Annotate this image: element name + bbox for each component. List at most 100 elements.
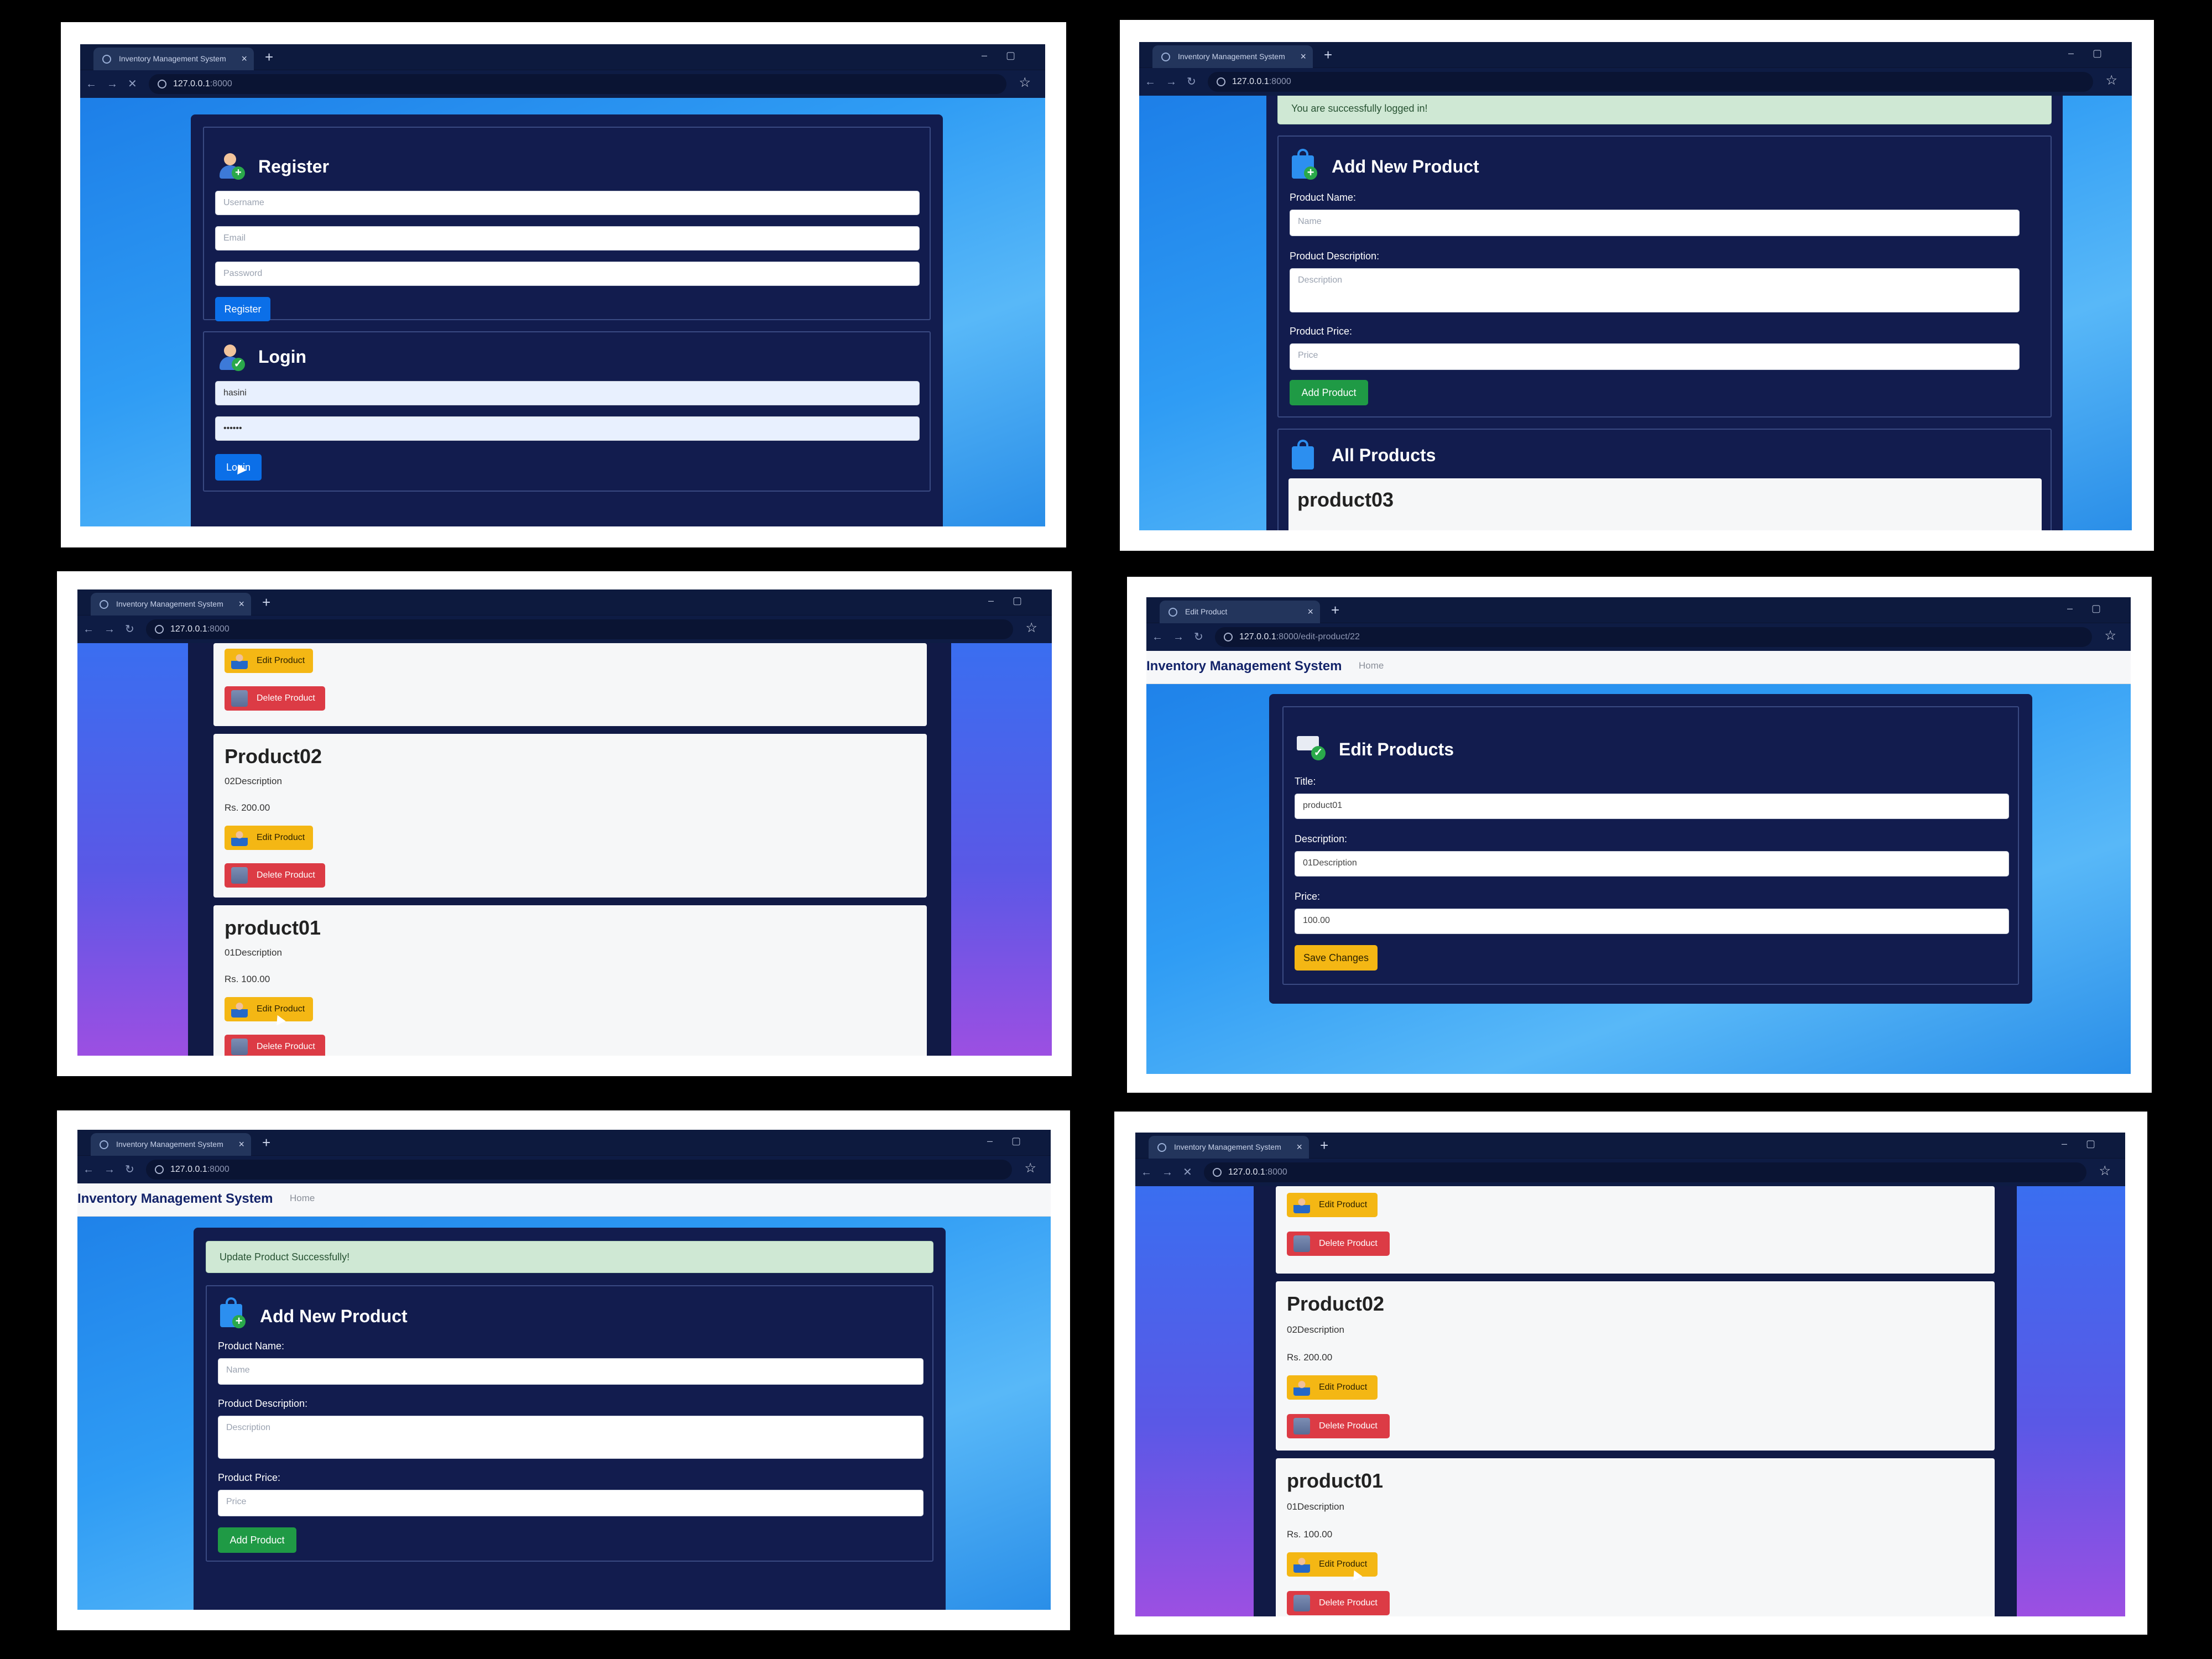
delete-product-button[interactable]: Delete Product <box>1287 1414 1390 1438</box>
nav-buttons[interactable]: ←→✕ <box>1141 1165 1202 1179</box>
username-input[interactable]: Username <box>215 191 920 215</box>
edit-product-button[interactable]: Edit Product <box>225 997 313 1021</box>
url-field[interactable]: 127.0.0.1:8000/edit-product/22 <box>1215 627 2092 647</box>
close-icon[interactable]: × <box>238 593 244 615</box>
product-price-input[interactable]: Price <box>218 1490 924 1516</box>
bookmark-star-icon[interactable]: ☆ <box>2104 628 2116 644</box>
nav-buttons[interactable]: ←→↻ <box>1145 75 1206 88</box>
browser-tab[interactable]: Inventory Management System × <box>91 1133 251 1156</box>
title-input[interactable]: product01 <box>1295 794 2009 819</box>
product-price-label: Product Price: <box>218 1472 281 1483</box>
delete-product-button[interactable]: Delete Product <box>1287 1232 1390 1256</box>
trash-icon <box>1293 1235 1310 1252</box>
trash-icon <box>231 867 248 884</box>
close-icon[interactable]: × <box>1296 1136 1302 1159</box>
url-field[interactable]: 127.0.0.1:8000 <box>1204 1162 2086 1182</box>
nav-buttons[interactable]: ←→↻ <box>83 622 144 636</box>
site-info-icon <box>155 1165 164 1174</box>
bookmark-star-icon[interactable]: ☆ <box>2099 1163 2111 1179</box>
product-name-label: Product Name: <box>218 1340 285 1352</box>
site-info-icon <box>1224 633 1233 641</box>
bookmark-star-icon[interactable]: ☆ <box>1019 75 1031 91</box>
close-icon[interactable]: × <box>1300 45 1306 68</box>
browser-tab[interactable]: Inventory Management System × <box>1152 45 1313 68</box>
url-field[interactable]: 127.0.0.1:8000 <box>146 619 1013 639</box>
add-product-button[interactable]: Add Product <box>218 1527 296 1553</box>
add-product-button[interactable]: Add Product <box>1290 380 1368 405</box>
login-card: ✓ Login hasini •••••• Login <box>203 331 931 492</box>
delete-product-button[interactable]: Delete Product <box>1287 1591 1390 1615</box>
address-bar: ←→↻ 127.0.0.1:8000/edit-product/22 ☆ <box>1146 623 2131 651</box>
product-description: 02Description <box>1287 1324 1344 1335</box>
save-changes-button[interactable]: Save Changes <box>1295 945 1378 971</box>
window-controls[interactable]: –▢ <box>2067 603 2120 614</box>
new-tab-icon[interactable]: + <box>1331 602 1339 618</box>
brand-link[interactable]: Inventory Management System <box>1146 659 1342 674</box>
window-controls[interactable]: –▢ <box>982 50 1034 61</box>
delete-product-button[interactable]: Delete Product <box>225 686 325 711</box>
page-viewport: Edit Product Delete Product Product02 02… <box>1135 1186 2125 1616</box>
browser-window-2: Inventory Management System × + –▢ ←→↻ 12… <box>1139 42 2132 530</box>
address-bar: ←→✕ 127.0.0.1:8000 ☆ <box>1135 1159 2125 1186</box>
delete-product-button[interactable]: Delete Product <box>225 1035 325 1056</box>
product-name-input[interactable]: Name <box>218 1358 924 1385</box>
bookmark-star-icon[interactable]: ☆ <box>1025 620 1037 636</box>
window-controls[interactable]: –▢ <box>2068 48 2121 59</box>
window-controls[interactable]: –▢ <box>2062 1138 2114 1150</box>
new-tab-icon[interactable]: + <box>262 1134 270 1151</box>
site-info-icon <box>155 625 164 634</box>
edit-product-button[interactable]: Edit Product <box>1287 1193 1378 1217</box>
nav-buttons[interactable]: ←→↻ <box>83 1162 144 1176</box>
product-description-input[interactable]: Description <box>218 1416 924 1459</box>
edit-product-button[interactable]: Edit Product <box>225 649 313 673</box>
edit-user-icon <box>1293 1556 1310 1573</box>
email-input[interactable]: Email <box>215 226 920 251</box>
brand-link[interactable]: Inventory Management System <box>77 1191 273 1207</box>
edit-product-button[interactable]: Edit Product <box>1287 1552 1378 1577</box>
bookmark-star-icon[interactable]: ☆ <box>2105 72 2117 88</box>
login-password-input[interactable]: •••••• <box>215 416 920 441</box>
nav-buttons[interactable]: ←→↻ <box>1152 630 1213 644</box>
address-bar: ←→✕ 127.0.0.1:8000 ☆ <box>80 70 1045 98</box>
tab-bar: Inventory Management System × + –▢ <box>77 589 1052 615</box>
register-button[interactable]: Register <box>215 297 270 321</box>
url-field[interactable]: 127.0.0.1:8000 <box>149 74 1006 94</box>
home-link[interactable]: Home <box>290 1193 315 1204</box>
nav-buttons[interactable]: ←→✕ <box>86 77 147 91</box>
browser-tab[interactable]: Inventory Management System × <box>91 593 251 615</box>
close-icon[interactable]: × <box>1307 601 1313 623</box>
new-tab-icon[interactable]: + <box>1320 1137 1328 1154</box>
browser-tab[interactable]: Inventory Management System × <box>93 48 254 70</box>
password-input[interactable]: Password <box>215 262 920 286</box>
url-field[interactable]: 127.0.0.1:8000 <box>146 1160 1012 1180</box>
edit-user-icon <box>1293 1379 1310 1396</box>
window-controls[interactable]: –▢ <box>987 1135 1040 1147</box>
product-price-input[interactable]: Price <box>1290 343 2020 370</box>
new-tab-icon[interactable]: + <box>265 49 273 65</box>
price-input[interactable]: 100.00 <box>1295 909 2009 934</box>
description-input[interactable]: 01Description <box>1295 851 2009 877</box>
description-label: Description: <box>1295 833 1348 844</box>
edit-product-button[interactable]: Edit Product <box>1287 1375 1378 1400</box>
product-description: 02Description <box>225 776 282 786</box>
new-tab-icon[interactable]: + <box>1324 46 1332 63</box>
close-icon[interactable]: × <box>241 48 247 70</box>
new-tab-icon[interactable]: + <box>262 594 270 611</box>
browser-tab[interactable]: Inventory Management System × <box>1149 1136 1309 1159</box>
globe-icon <box>100 1140 108 1149</box>
home-link[interactable]: Home <box>1359 660 1384 671</box>
product-description-input[interactable]: Description <box>1290 268 2020 312</box>
url-field[interactable]: 127.0.0.1:8000 <box>1208 72 2093 92</box>
product-description: 01Description <box>225 947 282 958</box>
window-controls[interactable]: –▢ <box>988 595 1041 607</box>
edit-product-button[interactable]: Edit Product <box>225 826 313 850</box>
delete-product-button[interactable]: Delete Product <box>225 863 325 888</box>
product-list: Edit Product Delete Product Product02 02… <box>1254 1186 2017 1616</box>
product-name: Product02 <box>225 745 322 768</box>
login-username-input[interactable]: hasini <box>215 381 920 405</box>
browser-tab[interactable]: Edit Product × <box>1160 601 1320 623</box>
trash-icon <box>231 690 248 707</box>
product-name-input[interactable]: Name <box>1290 210 2020 236</box>
bookmark-star-icon[interactable]: ☆ <box>1024 1160 1036 1176</box>
close-icon[interactable]: × <box>238 1133 244 1156</box>
